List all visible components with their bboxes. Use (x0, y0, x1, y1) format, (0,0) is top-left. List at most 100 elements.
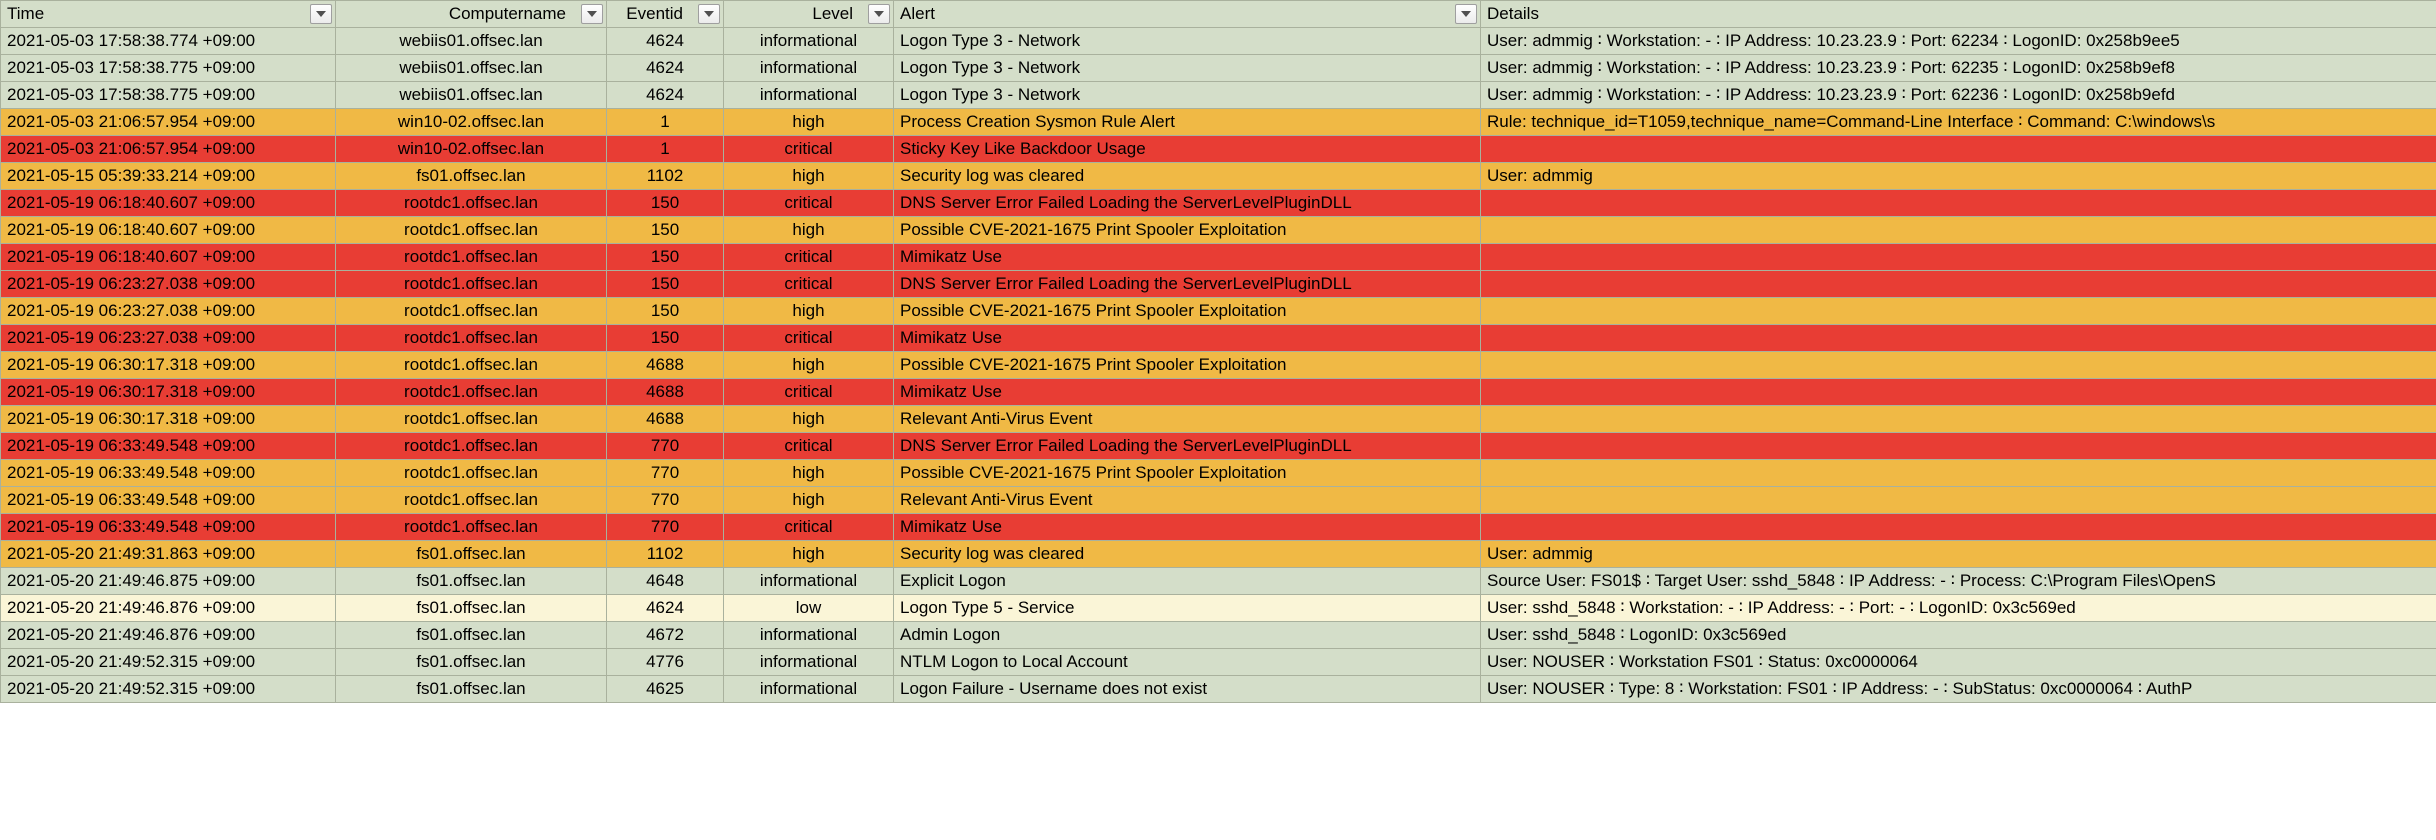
cell-time: 2021-05-03 21:06:57.954 +09:00 (1, 136, 336, 163)
table-row[interactable]: 2021-05-19 06:30:17.318 +09:00rootdc1.of… (1, 379, 2436, 406)
cell-comp: fs01.offsec.lan (336, 622, 607, 649)
header-computername-label: Computername (449, 4, 566, 23)
cell-alert: Possible CVE-2021-1675 Print Spooler Exp… (894, 352, 1481, 379)
cell-details (1481, 352, 2436, 379)
cell-details (1481, 298, 2436, 325)
table-row[interactable]: 2021-05-19 06:18:40.607 +09:00rootdc1.of… (1, 217, 2436, 244)
cell-alert: Admin Logon (894, 622, 1481, 649)
cell-comp: fs01.offsec.lan (336, 676, 607, 703)
chevron-down-icon (704, 11, 714, 17)
cell-eventid: 4624 (607, 28, 724, 55)
table-row[interactable]: 2021-05-19 06:30:17.318 +09:00rootdc1.of… (1, 352, 2436, 379)
cell-eventid: 4624 (607, 55, 724, 82)
cell-alert: Possible CVE-2021-1675 Print Spooler Exp… (894, 298, 1481, 325)
cell-time: 2021-05-19 06:18:40.607 +09:00 (1, 244, 336, 271)
cell-details (1481, 379, 2436, 406)
cell-level: informational (724, 55, 894, 82)
cell-comp: rootdc1.offsec.lan (336, 406, 607, 433)
table-row[interactable]: 2021-05-03 17:58:38.775 +09:00webiis01.o… (1, 55, 2436, 82)
table-row[interactable]: 2021-05-03 17:58:38.775 +09:00webiis01.o… (1, 82, 2436, 109)
table-row[interactable]: 2021-05-15 05:39:33.214 +09:00fs01.offse… (1, 163, 2436, 190)
table-row[interactable]: 2021-05-03 21:06:57.954 +09:00win10-02.o… (1, 109, 2436, 136)
table-row[interactable]: 2021-05-19 06:18:40.607 +09:00rootdc1.of… (1, 190, 2436, 217)
cell-time: 2021-05-20 21:49:31.863 +09:00 (1, 541, 336, 568)
cell-level: high (724, 460, 894, 487)
cell-comp: rootdc1.offsec.lan (336, 271, 607, 298)
cell-details (1481, 460, 2436, 487)
table-row[interactable]: 2021-05-20 21:49:46.876 +09:00fs01.offse… (1, 622, 2436, 649)
cell-level: critical (724, 244, 894, 271)
table-row[interactable]: 2021-05-19 06:33:49.548 +09:00rootdc1.of… (1, 487, 2436, 514)
cell-level: high (724, 163, 894, 190)
table-row[interactable]: 2021-05-19 06:18:40.607 +09:00rootdc1.of… (1, 244, 2436, 271)
filter-level-button[interactable] (868, 4, 890, 24)
cell-comp: rootdc1.offsec.lan (336, 325, 607, 352)
cell-eventid: 770 (607, 460, 724, 487)
table-row[interactable]: 2021-05-20 21:49:46.876 +09:00fs01.offse… (1, 595, 2436, 622)
table-row[interactable]: 2021-05-19 06:23:27.038 +09:00rootdc1.of… (1, 325, 2436, 352)
cell-alert: Relevant Anti-Virus Event (894, 406, 1481, 433)
table-row[interactable]: 2021-05-20 21:49:52.315 +09:00fs01.offse… (1, 649, 2436, 676)
header-computername[interactable]: Computername (336, 1, 607, 28)
cell-alert: Mimikatz Use (894, 514, 1481, 541)
table-row[interactable]: 2021-05-19 06:23:27.038 +09:00rootdc1.of… (1, 298, 2436, 325)
cell-comp: webiis01.offsec.lan (336, 55, 607, 82)
table-row[interactable]: 2021-05-20 21:49:31.863 +09:00fs01.offse… (1, 541, 2436, 568)
cell-time: 2021-05-20 21:49:46.876 +09:00 (1, 622, 336, 649)
cell-alert: Mimikatz Use (894, 379, 1481, 406)
table-row[interactable]: 2021-05-19 06:33:49.548 +09:00rootdc1.of… (1, 514, 2436, 541)
filter-computername-button[interactable] (581, 4, 603, 24)
filter-eventid-button[interactable] (698, 4, 720, 24)
table-row[interactable]: 2021-05-03 21:06:57.954 +09:00win10-02.o… (1, 136, 2436, 163)
cell-eventid: 4648 (607, 568, 724, 595)
cell-alert: Logon Failure - Username does not exist (894, 676, 1481, 703)
table-row[interactable]: 2021-05-20 21:49:46.875 +09:00fs01.offse… (1, 568, 2436, 595)
chevron-down-icon (587, 11, 597, 17)
cell-details (1481, 190, 2436, 217)
cell-eventid: 770 (607, 433, 724, 460)
cell-eventid: 1102 (607, 163, 724, 190)
cell-level: informational (724, 649, 894, 676)
cell-eventid: 150 (607, 325, 724, 352)
cell-comp: fs01.offsec.lan (336, 541, 607, 568)
cell-alert: DNS Server Error Failed Loading the Serv… (894, 433, 1481, 460)
table-row[interactable]: 2021-05-19 06:33:49.548 +09:00rootdc1.of… (1, 433, 2436, 460)
filter-alert-button[interactable] (1455, 4, 1477, 24)
cell-details: User: admmig (1481, 163, 2436, 190)
cell-eventid: 1 (607, 136, 724, 163)
cell-time: 2021-05-19 06:23:27.038 +09:00 (1, 271, 336, 298)
header-details[interactable]: Details (1481, 1, 2436, 28)
cell-level: high (724, 298, 894, 325)
cell-comp: win10-02.offsec.lan (336, 109, 607, 136)
cell-level: informational (724, 568, 894, 595)
cell-comp: rootdc1.offsec.lan (336, 487, 607, 514)
header-eventid[interactable]: Eventid (607, 1, 724, 28)
table-row[interactable]: 2021-05-03 17:58:38.774 +09:00webiis01.o… (1, 28, 2436, 55)
header-time[interactable]: Time (1, 1, 336, 28)
cell-eventid: 4688 (607, 406, 724, 433)
cell-eventid: 150 (607, 244, 724, 271)
cell-time: 2021-05-19 06:33:49.548 +09:00 (1, 460, 336, 487)
table-row[interactable]: 2021-05-19 06:33:49.548 +09:00rootdc1.of… (1, 460, 2436, 487)
cell-comp: fs01.offsec.lan (336, 649, 607, 676)
table-row[interactable]: 2021-05-19 06:30:17.318 +09:00rootdc1.of… (1, 406, 2436, 433)
cell-comp: rootdc1.offsec.lan (336, 379, 607, 406)
cell-level: high (724, 352, 894, 379)
cell-details (1481, 433, 2436, 460)
cell-details (1481, 217, 2436, 244)
cell-alert: DNS Server Error Failed Loading the Serv… (894, 271, 1481, 298)
cell-eventid: 770 (607, 514, 724, 541)
cell-alert: Mimikatz Use (894, 325, 1481, 352)
cell-level: critical (724, 190, 894, 217)
filter-time-button[interactable] (310, 4, 332, 24)
table-row[interactable]: 2021-05-20 21:49:52.315 +09:00fs01.offse… (1, 676, 2436, 703)
table-row[interactable]: 2021-05-19 06:23:27.038 +09:00rootdc1.of… (1, 271, 2436, 298)
cell-eventid: 4672 (607, 622, 724, 649)
header-alert[interactable]: Alert (894, 1, 1481, 28)
cell-alert: Sticky Key Like Backdoor Usage (894, 136, 1481, 163)
cell-alert: Explicit Logon (894, 568, 1481, 595)
chevron-down-icon (316, 11, 326, 17)
header-level[interactable]: Level (724, 1, 894, 28)
cell-details (1481, 406, 2436, 433)
cell-level: informational (724, 622, 894, 649)
